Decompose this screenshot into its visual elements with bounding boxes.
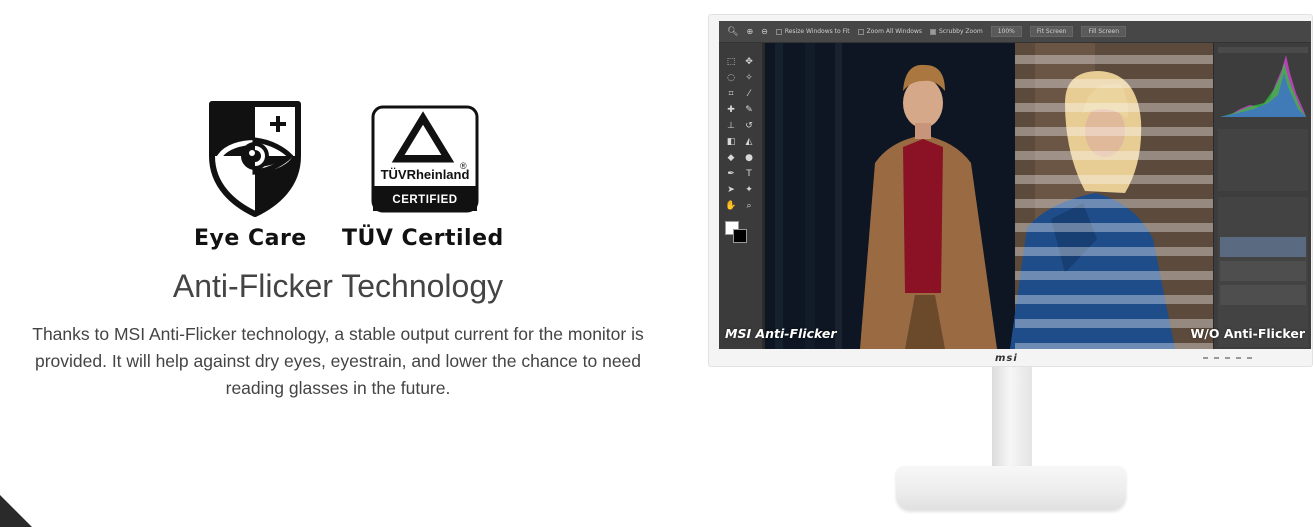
photo-illustration (765, 43, 1213, 349)
hand-tool-icon: ✋ (725, 201, 737, 211)
history-brush-icon: ↺ (745, 121, 753, 131)
layer-row (1220, 261, 1306, 281)
wand-tool-icon: ✧ (745, 73, 753, 83)
move-tool-icon: ✥ (745, 57, 753, 67)
eye-shield-icon (209, 101, 301, 217)
tuv-brand-text: TÜVRheinland (381, 167, 470, 182)
eye-care-label: Eye Care (194, 226, 307, 251)
tuv-label: TÜV Certiled (342, 226, 504, 251)
msi-logo: msi (995, 353, 1018, 364)
fill-screen-button: Fill Screen (1081, 26, 1127, 37)
monitor-bezel: 🔍︎ ⊕ ⊖ Resize Windows to Fit Zoom All Wi… (708, 14, 1313, 367)
blur-tool-icon: ◆ (727, 153, 735, 163)
section-description: Thanks to MSI Anti-Flicker technology, a… (32, 324, 644, 398)
fit-screen-button: Fit Screen (1029, 26, 1074, 37)
bucket-tool-icon: ◭ (745, 137, 753, 147)
type-tool-icon: T (746, 169, 752, 179)
registered-mark: ® (460, 161, 467, 171)
marquee-tool-icon: ⬚ (726, 57, 736, 67)
feature-section: Eye Care TÜVRheinland ® CERTIFIED TÜV Ce… (0, 0, 680, 527)
tools-panel: ⬚ ✥ ◌ ✧ ⌗ ⁄ ✚ ✎ ⊥ ↺ ◧ ◭ ◆ ● ✒ T ➤ ✦ ✋ ⌕ (719, 43, 763, 349)
adjustments-panel (1218, 129, 1308, 191)
resize-windows-option: Resize Windows to Fit (775, 28, 850, 35)
lasso-tool-icon: ◌ (727, 73, 735, 83)
monitor-screen: 🔍︎ ⊕ ⊖ Resize Windows to Fit Zoom All Wi… (719, 21, 1311, 349)
dodge-tool-icon: ● (745, 153, 753, 163)
msi-anti-flicker-label: MSI Anti-Flicker (725, 326, 837, 341)
zoom-level-button: 100% (990, 26, 1022, 37)
heal-tool-icon: ✚ (727, 105, 735, 115)
monitor-stand-neck (992, 367, 1032, 479)
certified-text: CERTIFIED (392, 194, 457, 206)
zoom-in-icon: ⊕ (746, 27, 754, 36)
without-anti-flicker-label: W/O Anti-Flicker (1190, 326, 1306, 341)
corner-triangle-decoration (0, 495, 32, 527)
path-select-icon: ➤ (727, 185, 735, 195)
background-color-swatch (733, 229, 747, 243)
tuv-rheinland-logo: TÜVRheinland ® CERTIFIED (371, 105, 479, 213)
photo-canvas (765, 43, 1213, 349)
layer-row (1220, 237, 1306, 257)
stamp-tool-icon: ⊥ (727, 121, 735, 131)
pen-tool-icon: ✒ (727, 169, 735, 179)
side-panels (1213, 43, 1311, 349)
scrubby-zoom-option: Scrubby Zoom (929, 28, 983, 35)
shape-tool-icon: ✦ (745, 185, 753, 195)
app-toolbar: 🔍︎ ⊕ ⊖ Resize Windows to Fit Zoom All Wi… (719, 21, 1311, 43)
eyedropper-tool-icon: ⁄ (748, 89, 750, 99)
monitor-product-image: 🔍︎ ⊕ ⊖ Resize Windows to Fit Zoom All Wi… (708, 14, 1313, 514)
zoom-tool-icon: 🔍︎ (727, 26, 739, 37)
layers-panel (1218, 197, 1308, 347)
zoom-out-icon: ⊖ (761, 27, 768, 36)
zoom-all-option: Zoom All Windows (857, 28, 922, 35)
monitor-stand-base (896, 466, 1126, 510)
histogram-panel (1214, 43, 1311, 123)
eraser-tool-icon: ◧ (726, 137, 736, 147)
monitor-control-buttons (1203, 357, 1252, 359)
feature-badges: Eye Care TÜVRheinland ® CERTIFIED TÜV Ce… (192, 98, 512, 258)
brush-tool-icon: ✎ (745, 105, 753, 115)
section-title: Anti-Flicker Technology (172, 268, 504, 304)
monitor-chin: msi (709, 349, 1313, 368)
zoom-canvas-icon: ⌕ (746, 201, 752, 211)
layer-row (1220, 285, 1306, 305)
crop-tool-icon: ⌗ (728, 89, 734, 99)
